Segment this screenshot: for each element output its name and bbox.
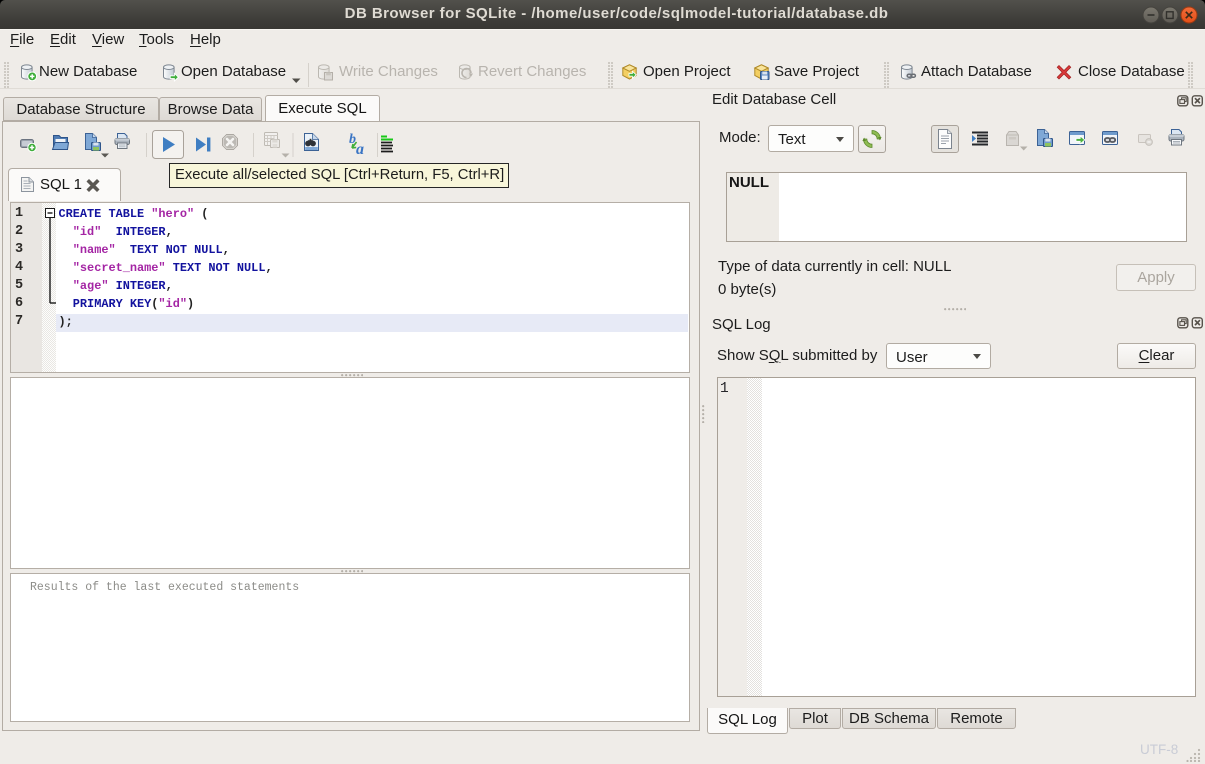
svg-text:a: a <box>356 141 364 158</box>
